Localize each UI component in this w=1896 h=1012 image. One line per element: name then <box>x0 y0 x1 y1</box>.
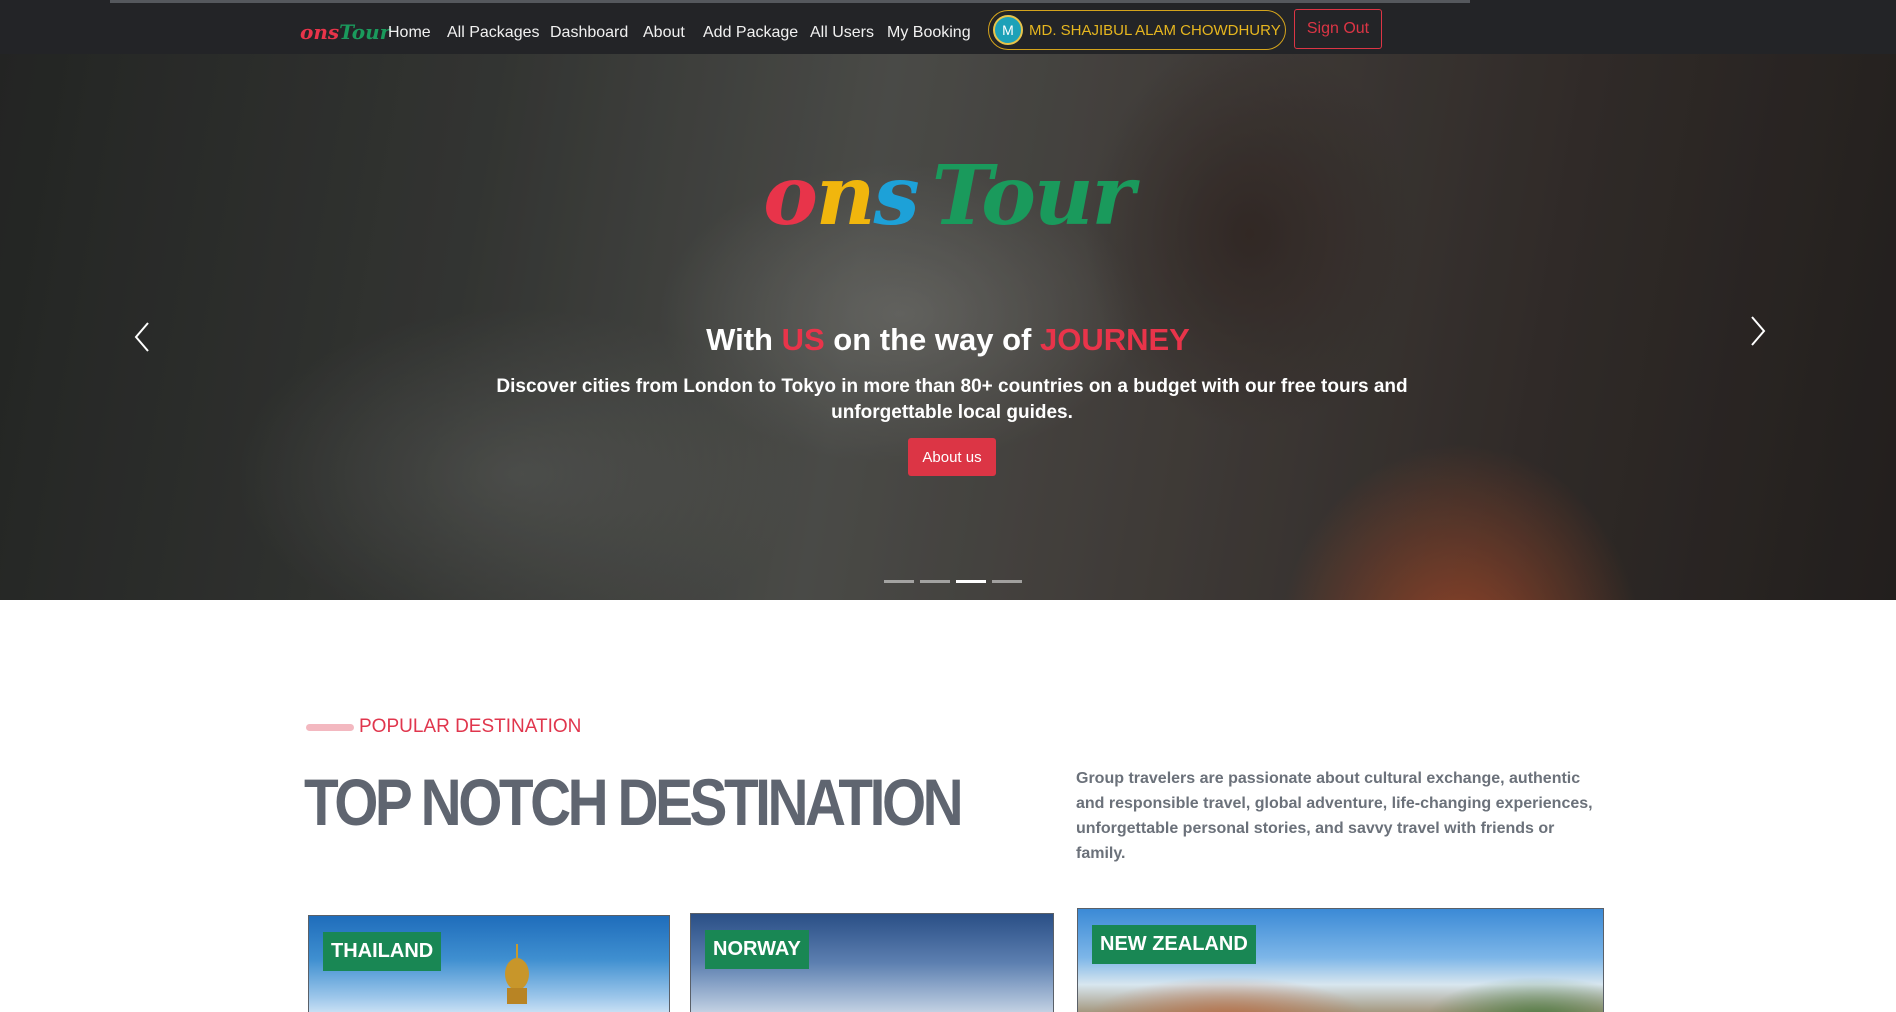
nav-link-my-booking[interactable]: My Booking <box>887 24 971 42</box>
eyebrow-bar <box>306 723 354 731</box>
chevron-left-icon <box>134 322 149 352</box>
hero-logo: ons Tour <box>0 148 1896 244</box>
nav-link-about[interactable]: About <box>643 24 685 42</box>
avatar: M <box>993 15 1023 45</box>
destination-badge: NEW ZEALAND <box>1092 925 1256 964</box>
nav-link-all-packages[interactable]: All Packages <box>447 24 540 42</box>
carousel-prev-button[interactable] <box>132 318 152 364</box>
hero-title-part: With <box>706 322 782 357</box>
brand-logo[interactable]: onsTour <box>300 20 390 44</box>
user-profile-pill[interactable]: M MD. SHAJIBUL ALAM CHOWDHURY <box>988 10 1286 50</box>
hero-logo-letter: s <box>873 148 920 244</box>
hero-title-part: on the way of <box>824 322 1040 357</box>
temple-dome-image <box>505 944 529 1004</box>
hero-logo-tour: Tour <box>931 148 1135 244</box>
hero-title-highlight: US <box>781 322 825 357</box>
chevron-right-icon <box>1751 316 1766 346</box>
carousel-indicator-active[interactable] <box>956 580 986 583</box>
nav-link-dashboard[interactable]: Dashboard <box>550 24 628 42</box>
section-title: TOP NOTCH DESTINATION <box>304 765 964 839</box>
hero-title: With US on the way of JOURNEY <box>0 322 1896 358</box>
sign-out-button[interactable]: Sign Out <box>1294 9 1382 49</box>
hero-title-highlight: JOURNEY <box>1039 322 1190 357</box>
user-name: MD. SHAJIBUL ALAM CHOWDHURY <box>1029 21 1281 39</box>
hero-bottom-edge <box>0 600 1896 612</box>
brand-logo-tour: Tour <box>339 20 391 44</box>
nav-link-home[interactable]: Home <box>388 24 431 42</box>
hero-logo-letter: n <box>815 148 876 244</box>
destination-badge: NORWAY <box>705 930 809 969</box>
brand-logo-ons: ons <box>300 20 340 44</box>
nav-link-all-users[interactable]: All Users <box>810 24 874 42</box>
carousel-next-button[interactable] <box>1748 312 1768 358</box>
destination-badge: THAILAND <box>323 932 442 971</box>
destination-card-thailand[interactable]: THAILAND <box>308 915 670 1012</box>
section-eyebrow: POPULAR DESTINATION <box>306 716 581 738</box>
destination-card-new-zealand[interactable]: NEW ZEALAND <box>1077 908 1604 1012</box>
carousel-indicator[interactable] <box>992 580 1022 583</box>
carousel-indicator[interactable] <box>884 580 914 583</box>
destination-card-norway[interactable]: NORWAY <box>690 913 1054 1012</box>
section-eyebrow-text: POPULAR DESTINATION <box>359 716 582 737</box>
hero-description: Discover cities from London to Tokyo in … <box>496 376 1408 423</box>
browser-edge-line <box>110 0 1470 3</box>
about-us-button[interactable]: About us <box>908 438 996 476</box>
carousel-indicators <box>884 580 1022 583</box>
hero-logo-letter: o <box>763 148 818 244</box>
nav-link-add-package[interactable]: Add Package <box>703 24 798 42</box>
section-description: Group travelers are passionate about cul… <box>1076 770 1593 862</box>
carousel-indicator[interactable] <box>920 580 950 583</box>
